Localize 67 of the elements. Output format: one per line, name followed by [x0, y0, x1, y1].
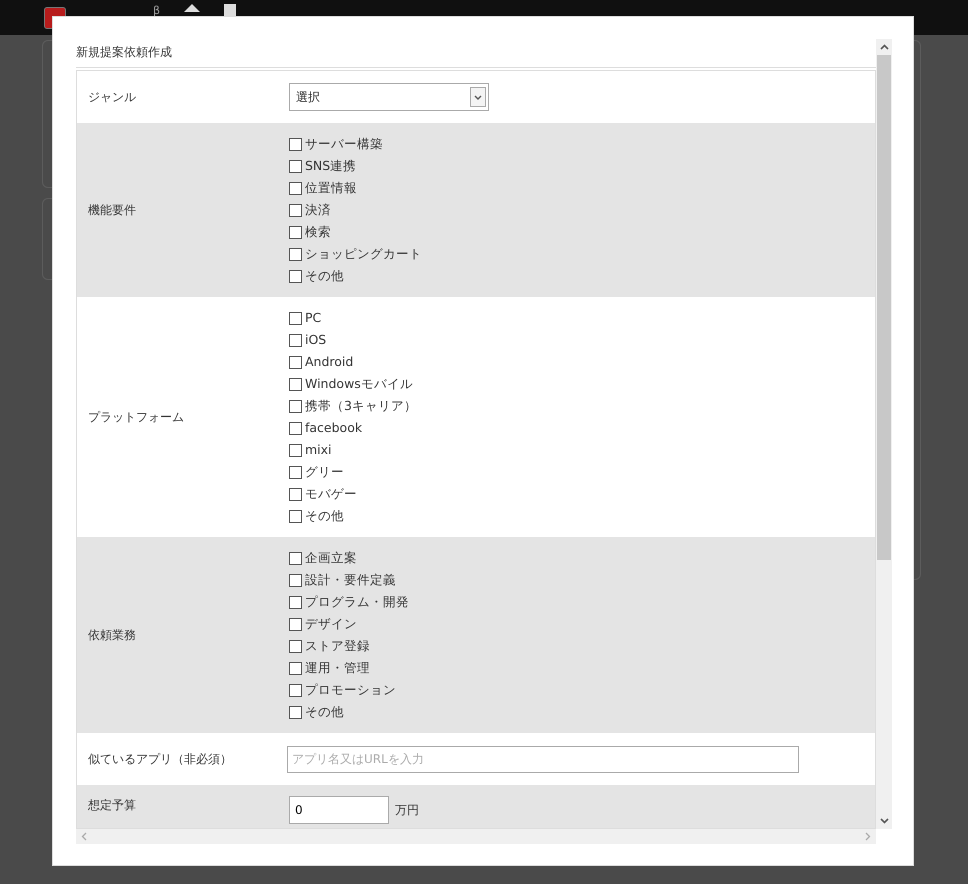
option-label: facebook	[305, 418, 362, 437]
option-label: mixi	[305, 440, 332, 459]
field-label: ジャンル	[87, 89, 137, 106]
field-label: 似ているアプリ（非必須）	[87, 751, 233, 768]
field-label: 機能要件	[87, 202, 137, 219]
vertical-scrollbar[interactable]	[876, 39, 892, 829]
checkbox[interactable]	[289, 444, 302, 456]
option-label: ショッピングカート	[305, 244, 422, 263]
field-label: 想定予算	[87, 797, 137, 814]
checkbox[interactable]	[289, 312, 302, 324]
genre-select[interactable]: 選択	[289, 83, 489, 111]
option-label: その他	[305, 702, 344, 721]
option-label: SNS連携	[305, 156, 356, 175]
checkbox[interactable]	[289, 640, 302, 652]
option-label: PC	[305, 308, 322, 327]
field-label: プラットフォーム	[87, 409, 185, 426]
option-label: 企画立案	[305, 548, 357, 567]
scroll-up-icon[interactable]	[880, 44, 888, 50]
url-input-field[interactable]: アプリ名又はURLを入力	[287, 746, 799, 772]
checkbox[interactable]	[289, 618, 302, 630]
option-label: iOS	[305, 330, 326, 349]
checkbox[interactable]	[289, 422, 302, 434]
modal-title: 新規提案依頼作成	[76, 45, 172, 59]
option-label: 設計・要件定義	[305, 570, 396, 589]
checkbox[interactable]	[289, 662, 302, 674]
checkbox[interactable]	[289, 596, 302, 608]
option-label: グリー	[305, 462, 344, 481]
checkbox[interactable]	[289, 204, 302, 216]
option-label: 携帯（3キャリア）	[305, 396, 417, 415]
checkbox[interactable]	[289, 466, 302, 478]
checkbox[interactable]	[289, 510, 302, 522]
option-label: その他	[305, 506, 344, 525]
scroll-down-icon[interactable]	[880, 818, 888, 824]
checkbox[interactable]	[289, 160, 302, 172]
checkbox[interactable]	[289, 334, 302, 346]
option-label: Android	[305, 352, 354, 371]
unit-label: 万円	[395, 802, 419, 819]
checkbox[interactable]	[289, 488, 302, 500]
option-label: プログラム・開発	[305, 592, 409, 611]
checkbox[interactable]	[289, 378, 302, 390]
checkbox[interactable]	[289, 270, 302, 282]
scrollbar-thumb[interactable]	[877, 55, 891, 560]
checkbox[interactable]	[289, 226, 302, 238]
checkbox[interactable]	[289, 138, 302, 150]
checkbox[interactable]	[289, 400, 302, 412]
checkbox[interactable]	[289, 684, 302, 696]
beta-mark: β	[153, 3, 160, 19]
option-label: 決済	[305, 200, 331, 219]
option-label: デザイン	[305, 614, 357, 633]
option-label: 運用・管理	[305, 658, 370, 677]
option-label: ストア登録	[305, 636, 370, 655]
checkbox[interactable]	[289, 356, 302, 368]
option-label: サーバー構築	[305, 134, 383, 153]
checkbox[interactable]	[289, 574, 302, 586]
checkbox[interactable]	[289, 552, 302, 564]
option-label: モバゲー	[305, 484, 357, 503]
option-label: 検索	[305, 222, 331, 241]
option-label: 位置情報	[305, 178, 357, 197]
option-label: その他	[305, 266, 344, 285]
option-label: プロモーション	[305, 680, 396, 699]
dropdown-caret-icon[interactable]	[470, 87, 486, 107]
checkbox[interactable]	[289, 248, 302, 260]
option-label: Windowsモバイル	[305, 374, 413, 393]
checkbox[interactable]	[289, 706, 302, 718]
field-label: 依頼業務	[87, 627, 137, 644]
budget-input-field[interactable]: 0	[289, 796, 389, 824]
checkbox[interactable]	[289, 182, 302, 194]
